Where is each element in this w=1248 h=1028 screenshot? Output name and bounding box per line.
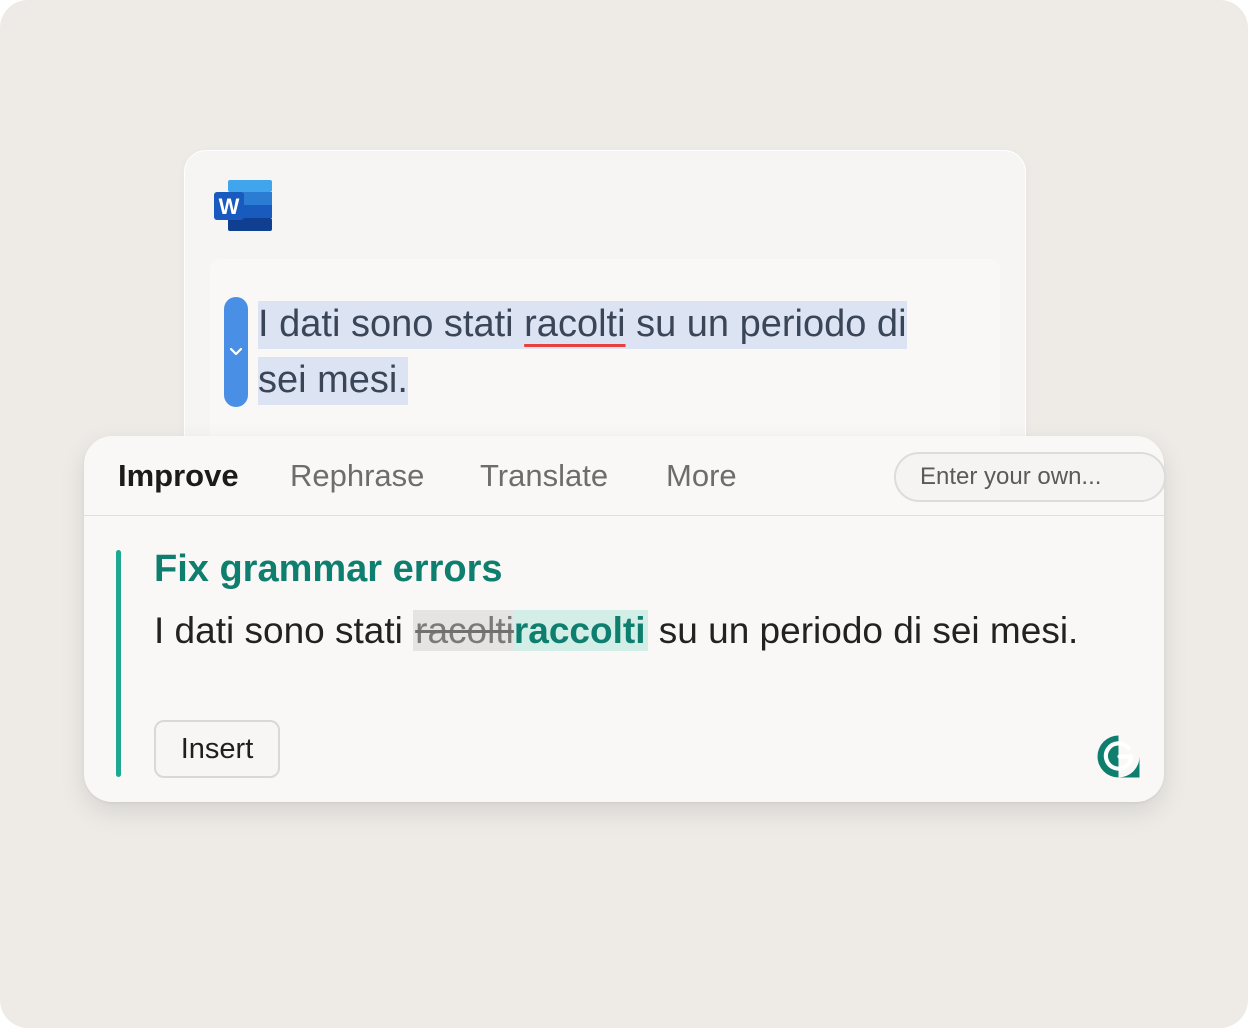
word-icon-letter: W xyxy=(219,194,240,219)
tab-translate[interactable]: Translate xyxy=(480,458,608,494)
document-text-area[interactable]: I dati sono stati racolti su un periodo … xyxy=(210,259,1000,459)
grammarly-selection-handle[interactable] xyxy=(224,297,248,407)
background-canvas: W I dati sono stati racolti su un period… xyxy=(0,0,1248,1028)
word-document-card: W I dati sono stati racolti su un period… xyxy=(184,150,1026,482)
tab-more[interactable]: More xyxy=(666,458,737,494)
tab-divider xyxy=(84,515,1164,516)
custom-prompt-input[interactable] xyxy=(894,452,1166,502)
word-icon: W xyxy=(214,180,272,231)
grammarly-suggestion-popup: Improve Rephrase Translate More Fix gram… xyxy=(84,436,1166,802)
tab-improve[interactable]: Improve xyxy=(118,458,239,494)
chevron-down-icon xyxy=(229,347,243,356)
suggestion-title: Fix grammar errors xyxy=(154,548,503,590)
text-before-error: I dati sono stati xyxy=(258,303,525,345)
suggestion-text-before: I dati sono stati xyxy=(154,610,414,651)
popup-tab-bar: Improve Rephrase Translate More xyxy=(84,436,1166,516)
selected-text: I dati sono stati racolti su un periodo … xyxy=(258,301,907,405)
deleted-word: racolti xyxy=(413,610,514,651)
tab-rephrase[interactable]: Rephrase xyxy=(290,458,424,494)
document-paragraph[interactable]: I dati sono stati racolti su un periodo … xyxy=(258,296,958,408)
inserted-word: raccolti xyxy=(513,610,649,651)
suggestion-text-after: su un periodo di sei mesi. xyxy=(648,610,1079,651)
suggestion-preview: I dati sono stati racoltiraccolti su un … xyxy=(154,606,1094,656)
misspelled-word[interactable]: racolti xyxy=(524,303,625,345)
suggestion-accent-bar xyxy=(116,550,121,777)
grammarly-logo-icon[interactable] xyxy=(1096,734,1141,779)
insert-button[interactable]: Insert xyxy=(154,720,280,778)
